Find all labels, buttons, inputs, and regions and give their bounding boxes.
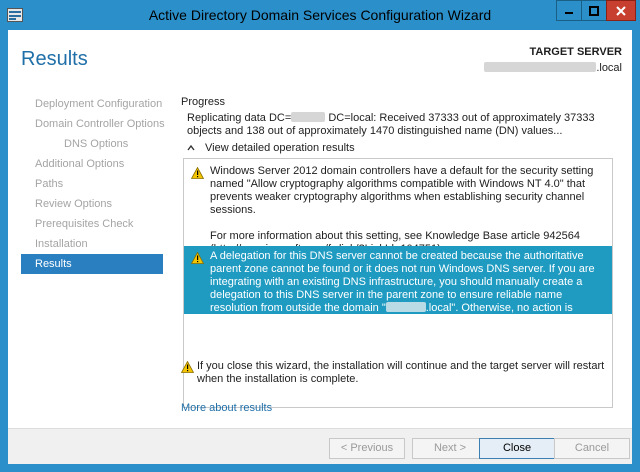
nav-item-domain-controller-options: Domain Controller Options bbox=[35, 118, 165, 130]
nav-item-additional-options: Additional Options bbox=[35, 158, 125, 170]
redacted-text bbox=[291, 112, 326, 122]
nav-item-deployment-configuration: Deployment Configuration bbox=[35, 98, 163, 110]
target-server-label: TARGET SERVER bbox=[529, 46, 623, 58]
redacted-text bbox=[484, 62, 597, 72]
wizard-window: Active Directory Domain Services Configu… bbox=[0, 0, 640, 472]
progress-label: Progress bbox=[181, 96, 226, 108]
nav-item-review-options: Review Options bbox=[35, 198, 113, 210]
close-note: If you close this wizard, the installati… bbox=[181, 360, 621, 386]
more-about-results-link[interactable]: More about results bbox=[181, 402, 272, 414]
result-message-dns-delegation[interactable]: A delegation for this DNS server cannot … bbox=[184, 246, 612, 327]
redacted-text bbox=[385, 302, 426, 312]
target-server-value: .local bbox=[484, 62, 622, 74]
close-window-button[interactable] bbox=[606, 0, 636, 21]
warning-icon bbox=[191, 252, 204, 264]
page-title: Results bbox=[21, 48, 88, 70]
title-bar[interactable]: Active Directory Domain Services Configu… bbox=[0, 0, 640, 30]
crypto-message-p1: Windows Server 2012 domain controllers h… bbox=[210, 165, 594, 216]
wizard-footer: < Previous Next > Close Cancel bbox=[8, 428, 632, 464]
nav-item-results[interactable]: Results bbox=[21, 254, 163, 274]
result-message-crypto[interactable]: Windows Server 2012 domain controllers h… bbox=[184, 161, 612, 255]
cancel-button[interactable]: Cancel bbox=[554, 438, 630, 459]
wizard-nav: Deployment Configuration Domain Controll… bbox=[21, 94, 165, 274]
nav-item-prerequisites-check: Prerequisites Check bbox=[35, 218, 134, 230]
close-note-text: If you close this wizard, the installati… bbox=[197, 360, 605, 385]
dns-delegation-message: A delegation for this DNS server cannot … bbox=[210, 250, 602, 328]
nav-item-installation: Installation bbox=[35, 238, 88, 250]
maximize-button[interactable] bbox=[581, 0, 607, 21]
progress-text: Replicating data DC= DC=local: Received … bbox=[187, 112, 612, 138]
details-toggle[interactable]: View detailed operation results bbox=[187, 142, 355, 154]
warning-icon bbox=[191, 167, 204, 179]
nav-item-paths: Paths bbox=[35, 178, 64, 190]
window-title: Active Directory Domain Services Configu… bbox=[148, 7, 492, 23]
details-toggle-label: View detailed operation results bbox=[205, 142, 355, 154]
chevron-up-icon bbox=[187, 144, 195, 151]
maximize-icon bbox=[589, 5, 599, 16]
wizard-body: Results TARGET SERVER .local Deployment … bbox=[8, 30, 632, 464]
next-button[interactable]: Next > bbox=[412, 438, 488, 459]
minimize-icon bbox=[565, 11, 573, 14]
warning-icon bbox=[181, 361, 194, 373]
minimize-button[interactable] bbox=[556, 0, 582, 21]
close-icon bbox=[616, 5, 626, 16]
previous-button[interactable]: < Previous bbox=[329, 438, 405, 459]
progress-text-prefix: Replicating data DC= bbox=[187, 112, 292, 124]
results-content: Progress Replicating data DC= DC=local: … bbox=[181, 94, 617, 408]
close-button[interactable]: Close bbox=[479, 438, 555, 459]
nav-item-dns-options: DNS Options bbox=[64, 138, 129, 150]
target-server-suffix: .local bbox=[596, 62, 622, 74]
